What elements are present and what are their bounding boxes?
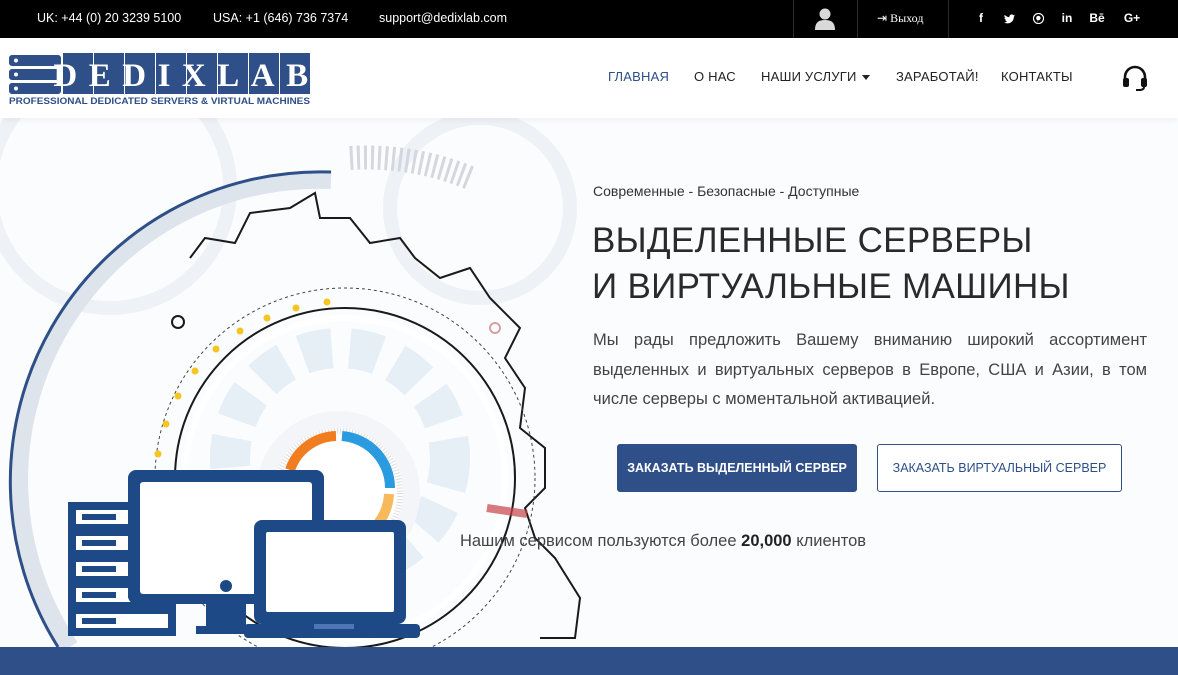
behance-icon[interactable]: Bē <box>1086 0 1108 38</box>
hero-title-line1: ВЫДЕЛЕННЫЕ СЕРВЕРЫ <box>592 221 1033 260</box>
logo-tagline: PROFESSIONAL DEDICATED SERVERS & VIRTUAL… <box>9 96 310 106</box>
order-virtual-server-button[interactable]: ЗАКАЗАТЬ ВИРТУАЛЬНЫЙ СЕРВЕР <box>877 444 1122 492</box>
clients-prefix: Нашим сервисом пользуются более <box>459 532 737 550</box>
top-bar: UK: +44 (0) 20 3239 5100 USA: +1 (646) 7… <box>0 0 1178 38</box>
headset-icon[interactable] <box>1121 64 1149 92</box>
phone-usa[interactable]: USA: +1 (646) 736 7374 <box>213 0 348 38</box>
clients-count: 20,000 <box>741 532 792 550</box>
divider <box>948 0 949 38</box>
pinterest-icon[interactable] <box>1027 0 1049 38</box>
order-dedicated-server-button[interactable]: ЗАКАЗАТЬ ВЫДЕЛЕННЫЙ СЕРВЕР <box>617 444 857 492</box>
linkedin-icon[interactable]: in <box>1056 0 1078 38</box>
logout-link[interactable]: ⇥ Выход <box>877 0 923 38</box>
user-icon[interactable] <box>815 7 835 31</box>
dedixlab-logo[interactable]: DEDIXLAB PROFESSIONAL DEDICATED SERVERS … <box>9 52 311 106</box>
footer-band <box>0 647 1178 675</box>
facebook-icon[interactable]: f <box>970 0 992 38</box>
twitter-icon[interactable] <box>998 0 1020 38</box>
nav-home[interactable]: ГЛАВНАЯ <box>608 38 669 118</box>
hero-title: ВЫДЕЛЕННЫЕ СЕРВЕРЫ И ВИРТУАЛЬНЫЕ МАШИНЫ <box>592 218 1070 310</box>
nav-about[interactable]: О НАС <box>694 38 736 118</box>
clients-counter: Нашим сервисом пользуются более 20,000 к… <box>0 532 1178 551</box>
nav-contacts[interactable]: КОНТАКТЫ <box>1001 38 1073 118</box>
hero-description: Мы рады предложить Вашему вниманию широк… <box>593 331 1147 408</box>
nav-services-label: НАШИ УСЛУГИ <box>761 69 857 84</box>
google-plus-icon[interactable]: G+ <box>1121 0 1143 38</box>
divider <box>857 0 858 38</box>
phone-uk[interactable]: UK: +44 (0) 20 3239 5100 <box>37 0 181 38</box>
chevron-down-icon <box>861 75 870 81</box>
logo-wordmark: DEDIXLAB <box>53 58 311 94</box>
hero-section: Современные - Безопасные - Доступные ВЫД… <box>0 118 1178 647</box>
clients-suffix: клиентов <box>796 532 867 550</box>
hero-title-line2: И ВИРТУАЛЬНЫЕ МАШИНЫ <box>592 267 1070 306</box>
nav-earn[interactable]: ЗАРАБОТАЙ! <box>896 38 979 118</box>
main-header: DEDIXLAB PROFESSIONAL DEDICATED SERVERS … <box>0 38 1178 118</box>
divider <box>793 0 794 38</box>
logout-label: Выход <box>890 11 924 25</box>
nav-services[interactable]: НАШИ УСЛУГИ <box>761 38 870 118</box>
sign-out-icon: ⇥ <box>877 11 888 25</box>
support-email[interactable]: support@dedixlab.com <box>379 0 507 38</box>
hero-tagline: Современные - Безопасные - Доступные <box>593 183 860 199</box>
